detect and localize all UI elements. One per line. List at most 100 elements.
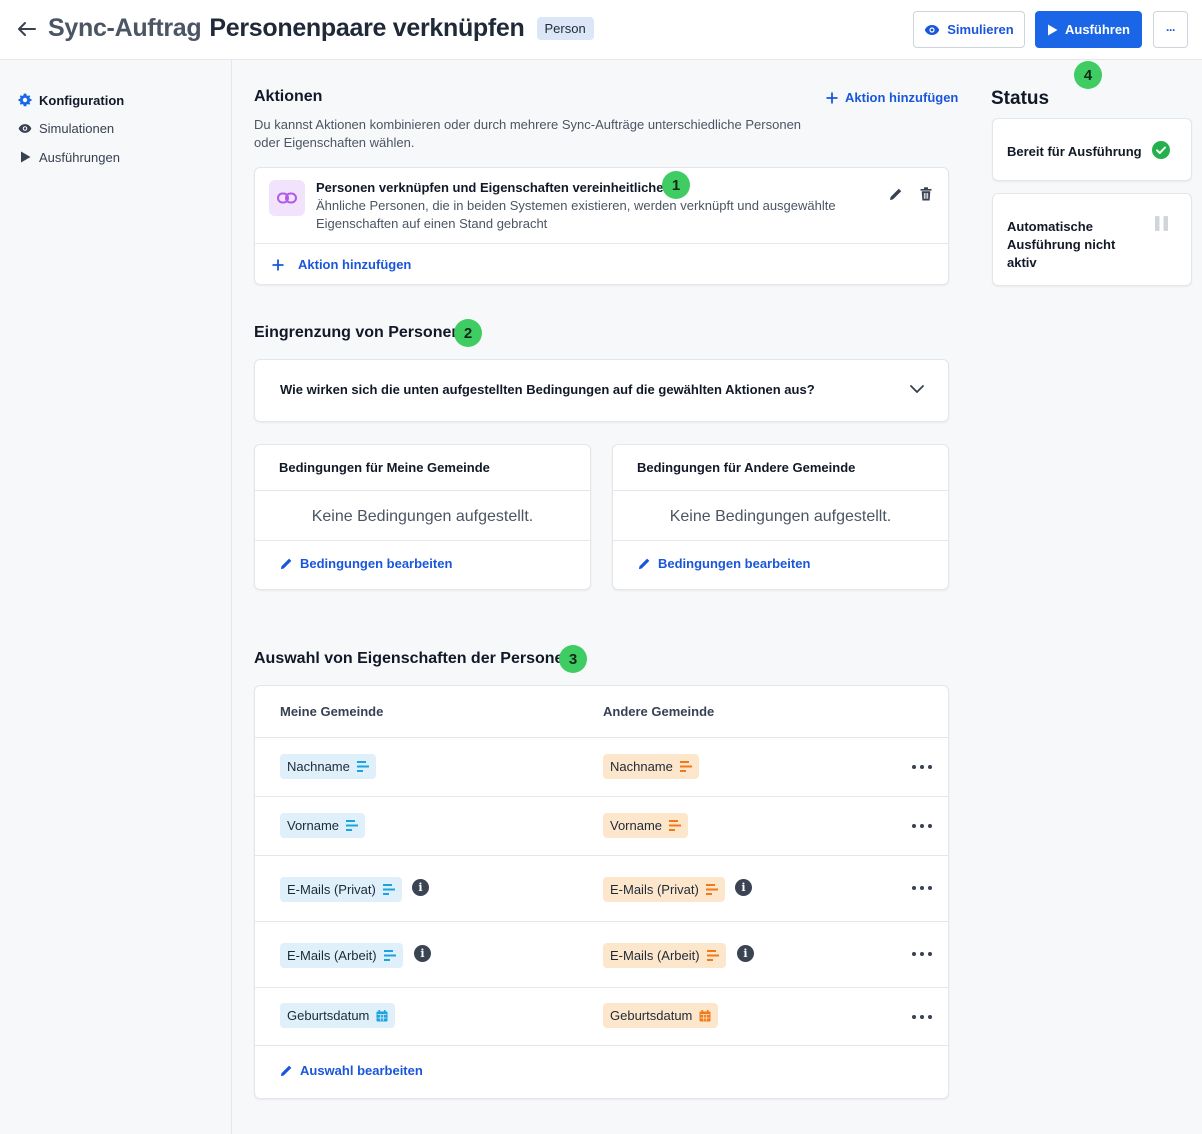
trash-icon [920, 187, 932, 201]
text-lines-icon [356, 761, 369, 772]
table-row: E-Mails (Privat) i E-Mails (Privat) i [255, 856, 948, 921]
simulate-button[interactable]: Simulieren [913, 11, 1025, 48]
properties-card: Meine Gemeinde Andere Gemeinde Nachname … [254, 685, 949, 1099]
property-pill-left: E-Mails (Privat) [280, 877, 402, 902]
back-button[interactable] [14, 16, 40, 42]
edit-conditions-link-right[interactable]: Bedingungen bearbeiten [638, 556, 810, 571]
action-item-title: Personen verknüpfen und Eigenschaften ve… [316, 180, 672, 195]
table-row: Nachname Nachname [255, 738, 948, 796]
column-header-left: Meine Gemeinde [280, 704, 384, 719]
table-row: Vorname Vorname [255, 797, 948, 855]
property-label: Geburtsdatum [287, 1008, 370, 1023]
page-title: Sync-Auftrag Personenpaare verknüpfen Pe… [48, 14, 594, 43]
sidebar-item-label: Ausführungen [39, 149, 120, 165]
property-label: E-Mails (Privat) [610, 882, 699, 897]
header: Sync-Auftrag Personenpaare verknüpfen Pe… [0, 0, 1202, 60]
chevron-down-icon [910, 385, 924, 394]
row-more-options-icon[interactable] [912, 1009, 932, 1025]
property-pill-right: Geburtsdatum [603, 1003, 719, 1028]
page-title-main: Personenpaare verknüpfen [209, 14, 525, 42]
status-ready-label: Bereit für Ausführung [1007, 144, 1142, 159]
add-action-link-label: Aktion hinzufügen [845, 90, 959, 105]
page-title-prefix: Sync-Auftrag [48, 14, 202, 42]
status-auto-label: Automatische Ausführung nicht aktiv [1007, 219, 1116, 270]
property-pill-right: Vorname [603, 813, 689, 838]
row-more-options-icon[interactable] [912, 880, 932, 896]
property-label: Nachname [287, 759, 350, 774]
edit-conditions-label: Bedingungen bearbeiten [300, 556, 453, 571]
text-lines-icon [706, 950, 719, 961]
text-lines-icon [679, 761, 692, 772]
status-panel: 4 Status Bereit für Ausführung Automatis… [972, 60, 1202, 1134]
text-lines-icon [669, 820, 682, 831]
conditions-empty-text: Keine Bedingungen aufgestellt. [669, 508, 892, 525]
text-lines-icon [383, 950, 396, 961]
entity-type-badge: Person [536, 17, 594, 40]
info-icon[interactable]: i [412, 879, 429, 896]
property-pill-left: Nachname [280, 754, 376, 779]
action-item-description: Ähnliche Personen, die in beiden Systeme… [316, 198, 836, 231]
edit-conditions-link-left[interactable]: Bedingungen bearbeiten [280, 556, 452, 571]
status-title: Status [991, 88, 1050, 109]
property-label: Nachname [610, 759, 673, 774]
property-pill-left: Geburtsdatum [280, 1003, 396, 1028]
actions-card: Personen verknüpfen und Eigenschaften ve… [254, 167, 949, 285]
conditions-card-right: Bedingungen für Andere Gemeinde Keine Be… [612, 444, 949, 590]
property-pill-right: E-Mails (Arbeit) [603, 943, 726, 968]
eye-icon [925, 24, 940, 35]
property-label: E-Mails (Arbeit) [287, 948, 377, 963]
step-marker-2: 2 [454, 319, 482, 347]
add-action-link-top[interactable]: Aktion hinzufügen [826, 90, 958, 105]
pencil-icon [638, 558, 650, 570]
play-icon [18, 150, 32, 164]
info-icon[interactable]: i [414, 945, 431, 962]
table-row: Geburtsdatum Geburtsdatum [255, 988, 948, 1046]
sidebar-item-konfiguration[interactable]: Konfiguration [18, 90, 124, 110]
step-marker-4: 4 [1074, 61, 1102, 89]
row-more-options-icon[interactable] [912, 946, 932, 962]
gear-icon [18, 93, 32, 107]
property-pill-left: E-Mails (Arbeit) [280, 943, 403, 968]
check-circle-icon [1152, 141, 1170, 159]
info-icon[interactable]: i [737, 945, 754, 962]
more-options-button[interactable]: ··· [1153, 11, 1188, 48]
edit-action-button[interactable] [889, 187, 907, 205]
add-action-link-label: Aktion hinzufügen [298, 257, 412, 272]
accordion-question: Wie wirken sich die unten aufgestellten … [280, 382, 815, 397]
filter-section-title: Eingrenzung von Personen [254, 324, 462, 341]
conditions-empty-text: Keine Bedingungen aufgestellt. [311, 508, 534, 525]
sidebar-item-label: Simulationen [39, 120, 115, 136]
sidebar-item-ausfuehrungen[interactable]: Ausführungen [18, 147, 120, 167]
edit-selection-label: Auswahl bearbeiten [300, 1063, 423, 1078]
pencil-icon [280, 558, 292, 570]
property-pill-left: Vorname [280, 813, 366, 838]
simulate-button-label: Simulieren [947, 22, 1014, 37]
conditions-accordion[interactable]: Wie wirken sich die unten aufgestellten … [254, 359, 949, 422]
sidebar-item-simulationen[interactable]: Simulationen [18, 118, 114, 138]
edit-conditions-label: Bedingungen bearbeiten [658, 556, 811, 571]
property-label: Geburtsdatum [610, 1008, 693, 1023]
row-more-options-icon[interactable] [912, 759, 932, 775]
calendar-icon [699, 1009, 711, 1022]
pencil-icon [280, 1065, 292, 1077]
divider [255, 1045, 948, 1046]
delete-action-button[interactable] [920, 187, 936, 205]
property-pill-right: Nachname [603, 754, 699, 779]
info-icon[interactable]: i [735, 879, 752, 896]
add-action-link-card[interactable]: Aktion hinzufügen [272, 257, 411, 272]
plus-icon [272, 259, 284, 270]
conditions-card-title: Bedingungen für Andere Gemeinde [637, 460, 856, 475]
plus-icon [826, 92, 838, 103]
sidebar-item-label: Konfiguration [39, 92, 125, 108]
run-button[interactable]: Ausführen [1035, 11, 1142, 48]
sidebar: Konfiguration Simulationen Ausführungen [0, 60, 232, 1134]
text-lines-icon [346, 820, 359, 831]
conditions-card-title: Bedingungen für Meine Gemeinde [279, 460, 490, 475]
row-more-options-icon[interactable] [912, 818, 932, 834]
divider [613, 540, 948, 541]
property-pill-right: E-Mails (Privat) [603, 877, 725, 902]
edit-selection-link[interactable]: Auswahl bearbeiten [280, 1063, 423, 1078]
property-label: E-Mails (Privat) [287, 882, 376, 897]
actions-section-title: Aktionen [254, 88, 323, 105]
main-content: Aktionen Aktion hinzufügen Du kannst Akt… [232, 60, 972, 1134]
